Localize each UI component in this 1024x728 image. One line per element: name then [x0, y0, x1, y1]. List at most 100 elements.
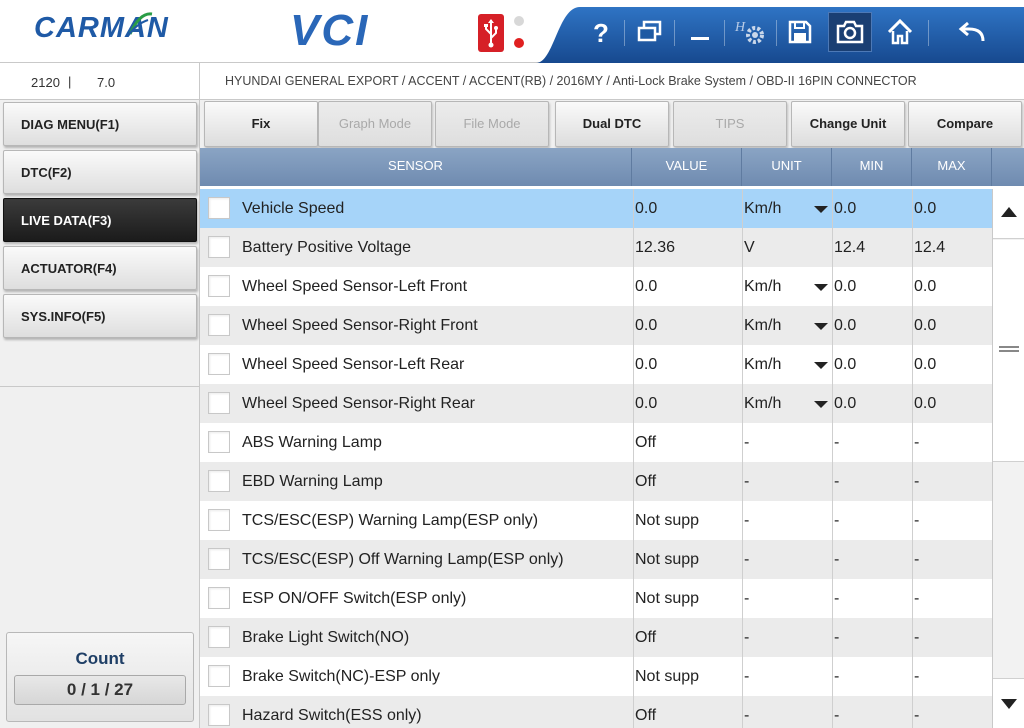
sensor-name: ESP ON/OFF Switch(ESP only): [242, 590, 467, 607]
row-checkbox[interactable]: [208, 509, 230, 531]
status-led-top: [514, 16, 524, 26]
row-checkbox[interactable]: [208, 392, 230, 414]
sensor-min: 0.0: [834, 356, 857, 373]
usb-status-icon: [478, 14, 504, 52]
table-row[interactable]: Wheel Speed Sensor-Right Rear 0.0 Km/h 0.0 0…: [200, 384, 992, 423]
sensor-unit-cell: V: [742, 228, 832, 267]
sensor-unit-cell[interactable]: Km/h: [742, 345, 832, 384]
status-led-bottom: [514, 38, 524, 48]
compare-button[interactable]: Compare: [908, 101, 1022, 147]
unit-dropdown-icon[interactable]: [814, 206, 828, 213]
back-button[interactable]: [950, 12, 994, 52]
scroll-down-button[interactable]: [993, 678, 1024, 728]
sensor-max: -: [914, 707, 920, 724]
unit-dropdown-icon[interactable]: [814, 362, 828, 369]
live-data-table: Vehicle Speed 0.0 Km/h 0.0 0.0 Battery Positi…: [200, 189, 992, 728]
scroll-thumb[interactable]: [993, 240, 1024, 462]
sensor-min-cell: 0.0: [832, 267, 912, 306]
row-checkbox[interactable]: [208, 470, 230, 492]
table-scrollbar[interactable]: [992, 189, 1024, 728]
sensor-max: 0.0: [914, 395, 937, 412]
sensor-unit-cell[interactable]: Km/h: [742, 189, 832, 228]
table-row[interactable]: Brake Switch(NC)-ESP only Not supp - - -: [200, 657, 992, 696]
row-checkbox[interactable]: [208, 197, 230, 219]
row-checkbox[interactable]: [208, 665, 230, 687]
menu-diag-menu[interactable]: DIAG MENU(F1): [3, 102, 197, 146]
graph-mode-button[interactable]: Graph Mode: [318, 101, 432, 147]
sensor-name-cell: EBD Warning Lamp: [241, 462, 631, 501]
table-row[interactable]: Wheel Speed Sensor-Left Front 0.0 Km/h 0.0 0…: [200, 267, 992, 306]
column-header-min[interactable]: MIN: [832, 148, 912, 186]
row-checkbox[interactable]: [208, 626, 230, 648]
window-button[interactable]: [628, 12, 672, 52]
toolbar-separator: [928, 20, 929, 46]
column-header-value[interactable]: VALUE: [632, 148, 742, 186]
sensor-unit: Km/h: [744, 200, 782, 217]
scroll-up-button[interactable]: [993, 189, 1024, 239]
unit-dropdown-icon[interactable]: [814, 323, 828, 330]
sensor-unit: -: [744, 590, 750, 607]
sensor-value: 12.36: [635, 239, 676, 256]
table-row[interactable]: ESP ON/OFF Switch(ESP only) Not supp - - -: [200, 579, 992, 618]
sensor-max-cell: -: [912, 501, 992, 540]
app-header: CARMAN VCI ? H: [0, 0, 1024, 63]
table-row[interactable]: TCS/ESC(ESP) Warning Lamp(ESP only) Not s…: [200, 501, 992, 540]
sensor-value: Off: [635, 707, 657, 724]
column-header-sensor[interactable]: SENSOR: [200, 148, 632, 186]
unit-dropdown-icon[interactable]: [814, 284, 828, 291]
sensor-max-cell: -: [912, 696, 992, 728]
sensor-name-cell: Wheel Speed Sensor-Left Front: [241, 267, 631, 306]
settings-icon: H: [734, 20, 764, 44]
table-row[interactable]: Wheel Speed Sensor-Left Rear 0.0 Km/h 0.0 0.…: [200, 345, 992, 384]
home-icon: [887, 18, 913, 45]
file-mode-button[interactable]: File Mode: [435, 101, 549, 147]
table-row[interactable]: Hazard Switch(ESS only) Off - - -: [200, 696, 992, 728]
row-checkbox[interactable]: [208, 431, 230, 453]
menu-dtc[interactable]: DTC(F2): [3, 150, 197, 194]
help-button[interactable]: ?: [579, 12, 623, 52]
settings-button[interactable]: H: [728, 12, 772, 52]
row-checkbox[interactable]: [208, 587, 230, 609]
table-row[interactable]: Vehicle Speed 0.0 Km/h 0.0 0.0: [200, 189, 992, 228]
sensor-unit-cell[interactable]: Km/h: [742, 384, 832, 423]
table-row[interactable]: Wheel Speed Sensor-Right Front 0.0 Km/h 0.0…: [200, 306, 992, 345]
sensor-name-cell: Brake Switch(NC)-ESP only: [241, 657, 631, 696]
change-unit-button[interactable]: Change Unit: [791, 101, 905, 147]
sensor-value: 0.0: [635, 200, 658, 217]
table-row[interactable]: Battery Positive Voltage 12.36 V 12.4 12.4: [200, 228, 992, 267]
home-button[interactable]: [878, 12, 922, 52]
tips-button[interactable]: TIPS: [673, 101, 787, 147]
sensor-unit-cell[interactable]: Km/h: [742, 267, 832, 306]
row-checkbox[interactable]: [208, 236, 230, 258]
sensor-name: EBD Warning Lamp: [242, 473, 383, 490]
sensor-min-cell: 0.0: [832, 345, 912, 384]
menu-actuator[interactable]: ACTUATOR(F4): [3, 246, 197, 290]
row-checkbox[interactable]: [208, 314, 230, 336]
table-row[interactable]: ABS Warning Lamp Off - - -: [200, 423, 992, 462]
row-checkbox[interactable]: [208, 548, 230, 570]
table-row[interactable]: Brake Light Switch(NO) Off - - -: [200, 618, 992, 657]
count-value: 0 / 1 / 27: [14, 675, 186, 705]
arrow-down-icon: [1001, 699, 1017, 709]
sensor-unit-cell[interactable]: Km/h: [742, 306, 832, 345]
row-checkbox[interactable]: [208, 704, 230, 726]
column-header-unit[interactable]: UNIT: [742, 148, 832, 186]
table-row[interactable]: EBD Warning Lamp Off - - -: [200, 462, 992, 501]
row-checkbox[interactable]: [208, 353, 230, 375]
minimize-button[interactable]: [678, 12, 722, 52]
menu-live-data[interactable]: LIVE DATA(F3): [3, 198, 197, 242]
sensor-unit: -: [744, 512, 750, 529]
column-header-max[interactable]: MAX: [912, 148, 992, 186]
row-checkbox[interactable]: [208, 275, 230, 297]
sensor-name-cell: TCS/ESC(ESP) Off Warning Lamp(ESP only): [241, 540, 631, 579]
fix-button[interactable]: Fix: [204, 101, 318, 147]
toolbar-separator: [776, 20, 777, 46]
sensor-min-cell: 0.0: [832, 384, 912, 423]
sensor-min: 0.0: [834, 395, 857, 412]
dual-dtc-button[interactable]: Dual DTC: [555, 101, 669, 147]
menu-sys-info[interactable]: SYS.INFO(F5): [3, 294, 197, 338]
unit-dropdown-icon[interactable]: [814, 401, 828, 408]
save-button[interactable]: [778, 12, 822, 52]
camera-button[interactable]: [828, 12, 872, 52]
table-row[interactable]: TCS/ESC(ESP) Off Warning Lamp(ESP only) N…: [200, 540, 992, 579]
